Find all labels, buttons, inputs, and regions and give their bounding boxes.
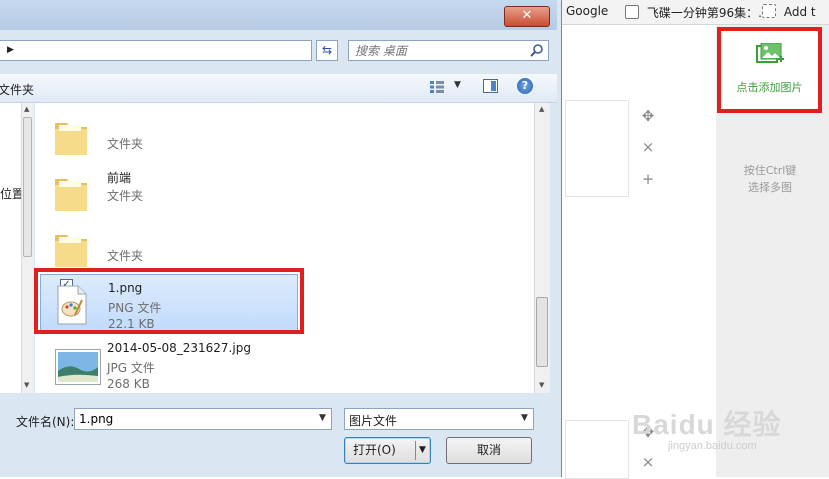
page-icon [625, 5, 639, 19]
watermark-url: jingyan.baidu.com [668, 440, 757, 452]
scroll-up-icon[interactable]: ▲ [539, 105, 544, 113]
filename-label: 文件名(N): [16, 415, 75, 429]
refresh-icon: ⇆ [321, 43, 333, 57]
scroll-up-icon[interactable]: ▲ [24, 105, 29, 113]
add-image-button[interactable]: 点击添加图片 [717, 27, 822, 113]
address-bar[interactable]: ▶ [0, 40, 312, 61]
folder-icon [55, 235, 87, 267]
split-divider [415, 441, 416, 460]
image-card [565, 100, 629, 197]
bookmark-google-label: Google [566, 4, 609, 18]
open-dropdown-icon[interactable]: ▼ [419, 438, 426, 463]
scroll-down-icon[interactable]: ▼ [539, 381, 544, 389]
file-list-scrollbar[interactable]: ▲ ▼ [534, 103, 550, 393]
scroll-down-icon[interactable]: ▼ [24, 381, 29, 389]
file-list: 文件夹 前端 文件夹 文件夹 ✓ 1.png PNG 文件 22.1 KB 20… [35, 103, 534, 393]
file-name: 2014-05-08_231627.jpg [107, 341, 251, 355]
list-item[interactable]: 前端 文件夹 [35, 165, 534, 217]
bookmark-feidie-label: 飞碟一分钟第96集：... [646, 6, 770, 20]
open-button-label: 打开(O) [353, 443, 396, 457]
file-list-scroll-thumb[interactable] [536, 297, 548, 367]
folder-icon [55, 179, 87, 211]
search-input[interactable] [355, 42, 525, 59]
file-size: 268 KB [107, 377, 150, 391]
close-icon[interactable]: × [639, 453, 657, 471]
bookmark-google[interactable]: Google [566, 4, 608, 18]
bookmark-add[interactable]: Add t [762, 4, 816, 19]
move-icon[interactable]: ✥ [639, 107, 657, 125]
file-type: 文件夹 [107, 137, 144, 151]
add-picture-icon [756, 43, 784, 63]
add-icon[interactable]: + [639, 170, 657, 188]
navigation-pane: 位置 ▲ ▼ [0, 103, 34, 393]
refresh-button[interactable]: ⇆ [316, 40, 338, 61]
hint-line: 选择多图 [748, 181, 792, 194]
chevron-down-icon[interactable]: ▼ [521, 413, 528, 423]
dialog-titlebar[interactable]: ✕ [0, 0, 557, 30]
close-button[interactable]: ✕ [504, 6, 550, 27]
preview-pane-icon[interactable] [483, 79, 498, 93]
help-icon[interactable]: ? [517, 78, 533, 94]
multi-select-hint: 按住Ctrl键 选择多图 [722, 162, 818, 196]
search-field[interactable] [348, 40, 549, 61]
breadcrumb-arrow-icon[interactable]: ▶ [7, 45, 14, 55]
bookmark-add-label: Add t [783, 5, 816, 19]
jpg-thumbnail-icon [55, 349, 101, 385]
chevron-down-icon[interactable]: ▼ [319, 413, 326, 423]
dialog-toolbar: 文件夹 ▼ ? [0, 74, 557, 103]
search-icon [530, 44, 543, 57]
file-open-dialog: ✕ ▶ ⇆ 文件夹 ▼ ? 位置 ▲ ▼ [0, 0, 562, 477]
nav-scrollbar[interactable]: ▲ ▼ [21, 103, 34, 393]
file-name: 前端 [107, 171, 132, 185]
open-button[interactable]: 打开(O) ▼ [344, 437, 431, 464]
cancel-button[interactable]: 取消 [446, 437, 532, 464]
highlight-box [34, 268, 304, 334]
hint-line: 按住Ctrl键 [743, 164, 797, 177]
close-icon[interactable]: × [639, 138, 657, 156]
file-type-select[interactable]: 图片文件 ▼ [344, 408, 534, 430]
image-card [565, 420, 629, 479]
file-type-select-value: 图片文件 [349, 414, 398, 428]
file-type: 文件夹 [107, 249, 144, 263]
add-image-label: 点击添加图片 [736, 81, 803, 94]
new-folder-button[interactable]: 文件夹 [0, 81, 34, 98]
page-icon [762, 4, 776, 18]
nav-scroll-thumb[interactable] [23, 117, 32, 257]
view-dropdown-icon[interactable]: ▼ [454, 80, 461, 90]
watermark-logo: Baidu 经验 [632, 409, 782, 440]
list-item[interactable]: 文件夹 [35, 221, 534, 273]
view-options-icon[interactable] [430, 81, 444, 93]
file-type: 文件夹 [107, 189, 144, 203]
filename-input[interactable] [79, 411, 299, 427]
file-type: JPG 文件 [107, 361, 155, 375]
address-row: ▶ ⇆ [0, 38, 557, 66]
bookmark-feidie[interactable]: 飞碟一分钟第96集：... [625, 4, 770, 21]
list-item[interactable]: 2014-05-08_231627.jpg JPG 文件 268 KB [35, 339, 534, 393]
filename-field[interactable]: ▼ [74, 408, 332, 430]
list-item[interactable]: 文件夹 [35, 109, 534, 161]
folder-icon [55, 123, 87, 155]
